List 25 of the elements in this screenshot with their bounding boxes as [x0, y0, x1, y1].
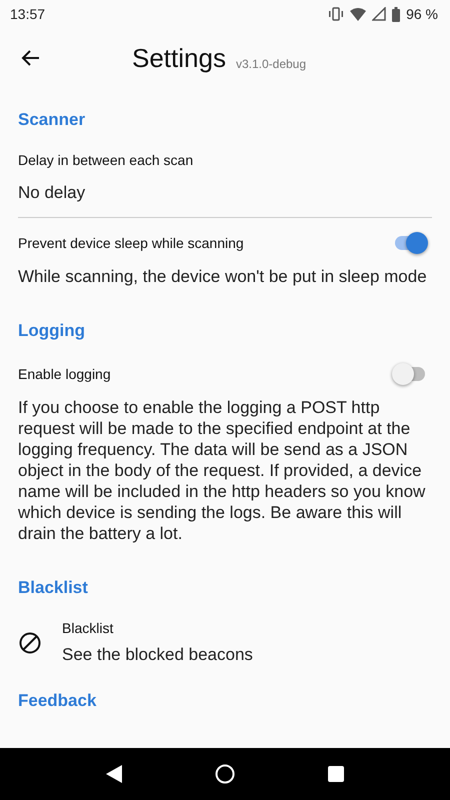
setting-value: See the blocked beacons — [62, 644, 253, 665]
clock: 13:57 — [10, 6, 46, 22]
signal-icon — [372, 7, 386, 21]
setting-description: While scanning, the device won't be put in sleep mode — [18, 266, 428, 287]
section-heading: Scanner — [18, 109, 86, 131]
setting-description: If you choose to enable the logging a POST http request will be made to the specified endpoint at the logging frequency. The data will be send as a JSON object in the body of the request. If provided, a device name will be included in the http headers so you know which device is sending the logs. Be aware this will drain the battery a lot. — [18, 397, 426, 544]
home-nav-icon[interactable] — [214, 764, 235, 784]
recents-nav-icon[interactable] — [328, 766, 344, 782]
back-arrow-icon — [21, 48, 41, 68]
block-icon — [18, 630, 42, 654]
back-nav-icon[interactable] — [106, 765, 122, 783]
setting-title: Delay in between each scan — [18, 152, 194, 168]
section-heading: Feedback — [18, 690, 98, 712]
battery-level: 96 % — [406, 6, 438, 22]
battery-icon — [392, 6, 400, 22]
setting-title: Prevent device sleep while scanning — [18, 235, 244, 251]
section-heading: Blacklist — [18, 577, 89, 599]
setting-title: Blacklist — [62, 620, 114, 636]
vibrate-icon — [328, 7, 344, 21]
version-label: v3.1.0-debug — [236, 57, 306, 71]
page-title: Settings — [132, 42, 226, 74]
wifi-icon — [350, 8, 366, 20]
setting-value: No delay — [18, 182, 86, 203]
section-heading: Logging — [18, 320, 86, 342]
setting-title: Enable logging — [18, 366, 111, 382]
